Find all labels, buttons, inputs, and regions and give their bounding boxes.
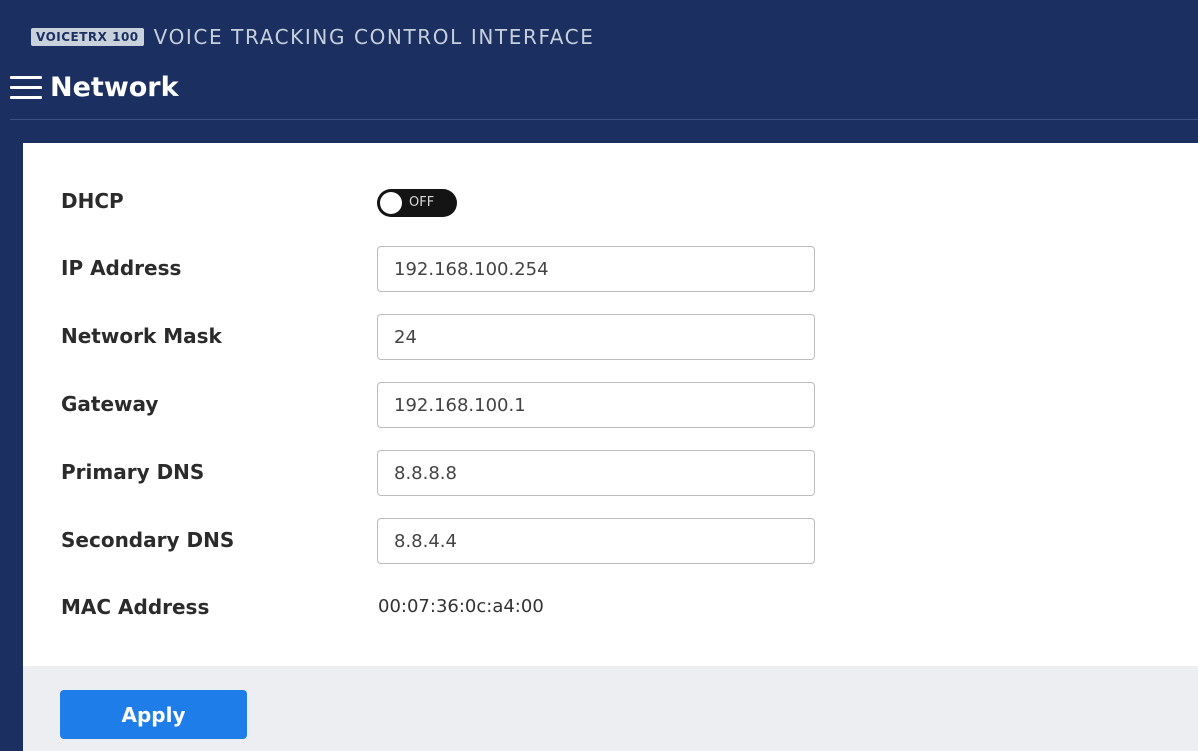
primary-dns-row: Primary DNS (23, 450, 1198, 496)
network-mask-input[interactable] (377, 314, 815, 360)
mac-address-value: 00:07:36:0c:a4:00 (378, 596, 544, 617)
hamburger-menu-icon[interactable] (10, 74, 42, 102)
primary-dns-input[interactable] (377, 450, 815, 496)
dhcp-toggle[interactable]: OFF (377, 189, 457, 217)
network-settings-card: DHCP OFF IP Address Network Mask Gateway… (23, 143, 1198, 751)
gateway-input[interactable] (377, 382, 815, 428)
network-mask-label: Network Mask (61, 324, 222, 348)
form-footer: Apply (23, 666, 1198, 751)
header-divider (10, 119, 1198, 120)
dhcp-row: DHCP OFF (23, 187, 1198, 219)
apply-button[interactable]: Apply (60, 690, 247, 739)
dhcp-label: DHCP (61, 189, 124, 213)
toggle-knob (380, 192, 402, 214)
brand-logo-badge: VOICETRX 100 (31, 28, 144, 46)
brand-title: VOICE TRACKING CONTROL INTERFACE (153, 25, 595, 49)
dhcp-toggle-state: OFF (409, 195, 435, 210)
network-mask-row: Network Mask (23, 314, 1198, 360)
mac-address-row: MAC Address 00:07:36:0c:a4:00 (23, 595, 1198, 625)
ip-address-label: IP Address (61, 256, 182, 280)
secondary-dns-input[interactable] (377, 518, 815, 564)
page-title: Network (50, 72, 179, 103)
secondary-dns-label: Secondary DNS (61, 528, 235, 552)
ip-address-row: IP Address (23, 246, 1198, 292)
primary-dns-label: Primary DNS (61, 460, 205, 484)
secondary-dns-row: Secondary DNS (23, 518, 1198, 564)
app-window: VOICETRX 100 VOICE TRACKING CONTROL INTE… (0, 0, 1198, 751)
ip-address-input[interactable] (377, 246, 815, 292)
gateway-row: Gateway (23, 382, 1198, 428)
gateway-label: Gateway (61, 392, 159, 416)
mac-address-label: MAC Address (61, 595, 210, 619)
brand-bar: VOICETRX 100 VOICE TRACKING CONTROL INTE… (31, 24, 594, 50)
